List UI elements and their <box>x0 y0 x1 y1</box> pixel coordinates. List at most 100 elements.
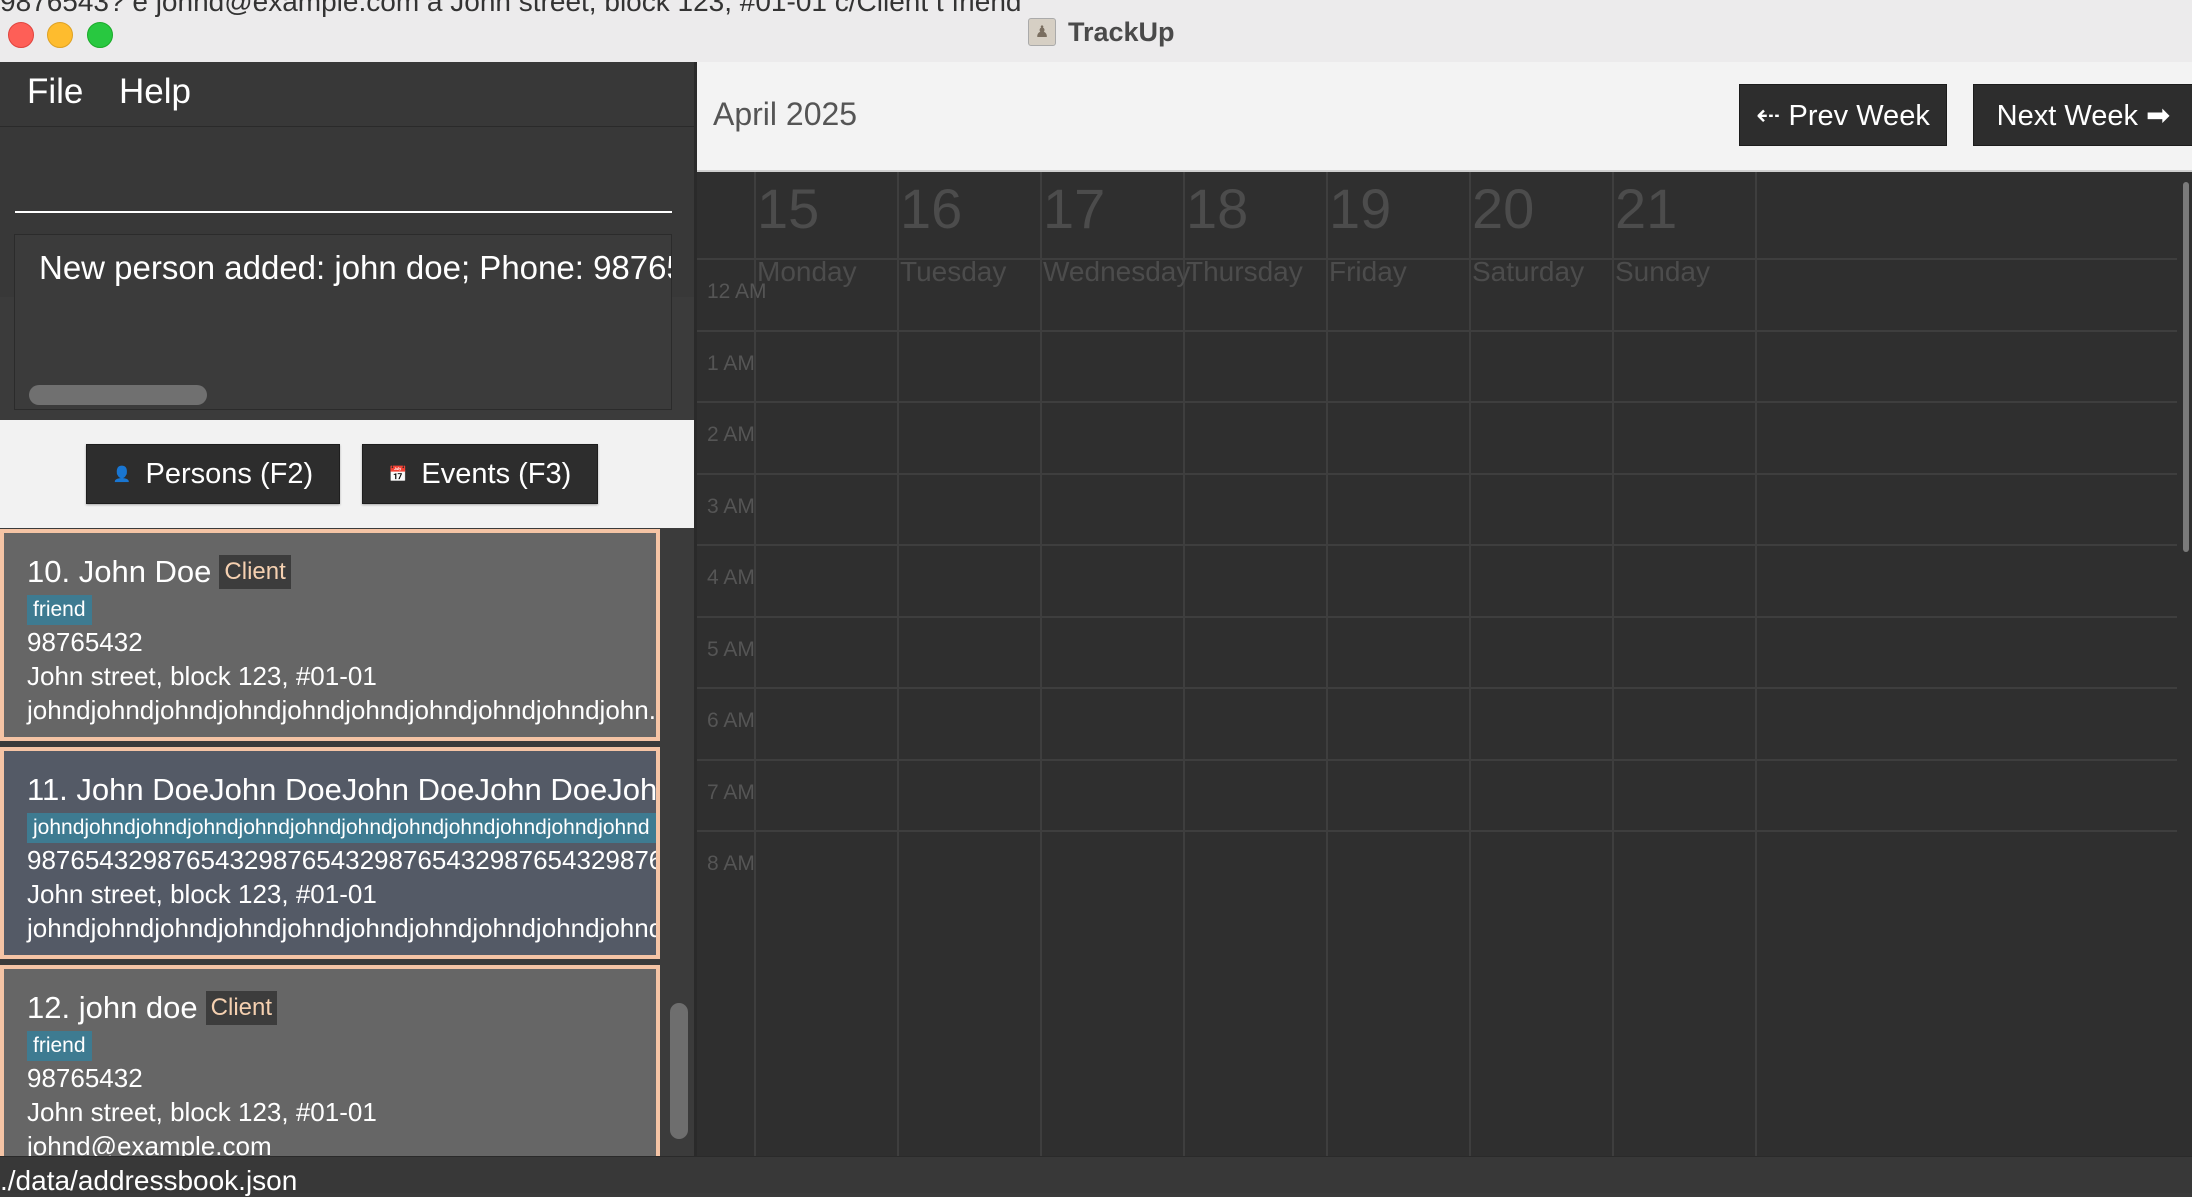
day-name: Friday <box>1329 256 1407 287</box>
day-name: Tuesday <box>900 256 1007 287</box>
result-text: New person added: john doe; Phone: 98765… <box>39 249 671 286</box>
hour-label: 4 AM <box>707 566 755 589</box>
grid-line-horizontal <box>697 401 2177 403</box>
person-phone: 98765432 <box>27 1063 143 1093</box>
calendar-grid[interactable]: 15 Monday 16 Tuesday 17 Wednesday 18 Thursday 19… <box>697 172 2177 1156</box>
day-header: 19 Friday <box>1327 172 1468 294</box>
grid-line-vertical <box>1469 172 1471 1156</box>
calendar-icon: 📅 <box>388 466 408 483</box>
day-name: Sunday <box>1615 256 1710 287</box>
events-tab-label: Events (F3) <box>421 457 572 490</box>
person-list-scrollbar[interactable] <box>670 1003 688 1139</box>
hour-label: 1 AM <box>707 351 755 375</box>
menu-help[interactable]: Help <box>119 72 191 112</box>
result-display: New person added: john doe; Phone: 98765… <box>14 234 672 410</box>
person-tag: friend <box>27 595 92 625</box>
person-tag: johndjohndjohndjohndjohndjohndjohndjohnd… <box>27 813 656 843</box>
background-window-strip: 9876543? e johnd@example.com a John stre… <box>0 0 1022 17</box>
grid-line-vertical <box>1040 172 1042 1156</box>
day-header: 16 Tuesday <box>898 172 1039 294</box>
person-email: johndjohndjohndjohndjohndjohndjohndjohnd… <box>27 695 660 725</box>
hour-label: 2 AM <box>707 423 755 446</box>
hour-label: 12 AM <box>707 280 767 303</box>
hour-label: 7 AM <box>707 780 755 804</box>
day-number: 16 <box>900 177 963 240</box>
command-input[interactable] <box>15 127 672 213</box>
person-email: johndjohndjohndjohndjohndjohndjohndjohnd… <box>27 913 656 943</box>
window-title-text: TrackUp <box>1068 16 1175 47</box>
day-header: 17 Wednesday <box>1041 172 1190 294</box>
status-bar: ./data/addressbook.json <box>0 1156 2192 1196</box>
calendar-pane: April 2025 ⇠ Prev Week Next Week ➡ 15 Mon… <box>697 62 2192 1156</box>
person-address: John street, block 123, #01-01 <box>27 661 377 691</box>
person-phone: 98765432 <box>27 627 143 657</box>
events-tab-button[interactable]: 📅 Events (F3) <box>362 444 598 504</box>
person-email: johnd@example.com <box>27 1131 272 1156</box>
grid-line-vertical <box>1326 172 1328 1156</box>
person-name-row: 10. John Doe Client <box>27 551 656 593</box>
person-name: 12. john doe <box>27 990 198 1025</box>
hour-label: 6 AM <box>707 709 755 732</box>
grid-line-horizontal <box>697 472 2177 475</box>
person-tag: friend <box>27 1031 92 1061</box>
day-number: 15 <box>757 177 820 240</box>
tab-bar: 👤 Persons (F2) 📅 Events (F3) <box>0 420 694 528</box>
day-number: 17 <box>1043 177 1106 240</box>
window-title: ♟ TrackUp <box>1028 14 1175 50</box>
grid-line-vertical <box>897 172 899 1156</box>
calendar-scrollbar[interactable] <box>2183 182 2189 552</box>
day-name: Wednesday <box>1043 256 1191 287</box>
person-address: John street, block 123, #01-01 <box>27 879 377 909</box>
person-name-row: 12. john doe Client <box>27 987 656 1029</box>
day-header: 21 Sunday <box>1613 172 1754 294</box>
day-name: Thursday <box>1186 256 1303 287</box>
person-name: 10. John Doe <box>27 554 212 589</box>
result-horizontal-scrollbar[interactable] <box>29 385 207 405</box>
day-header: 20 Saturday <box>1470 172 1611 294</box>
title-bar: 9876543? e johnd@example.com a John stre… <box>0 0 2192 63</box>
grid-line-horizontal <box>697 687 2177 689</box>
grid-line-horizontal <box>697 329 2177 332</box>
day-name: Saturday <box>1472 256 1585 287</box>
day-number: 18 <box>1186 177 1249 240</box>
menu-file[interactable]: File <box>27 72 83 112</box>
left-pane: File Help New person added: john doe; Ph… <box>0 62 694 1156</box>
grid-line-horizontal <box>697 830 2177 832</box>
day-number: 20 <box>1472 177 1535 240</box>
data-file-path: ./data/addressbook.json <box>0 1165 298 1196</box>
prev-week-button[interactable]: ⇠ Prev Week <box>1739 84 1947 146</box>
hour-label: 8 AM <box>707 852 755 875</box>
person-list: 10. John Doe Client friend 98765432 John… <box>0 529 694 1156</box>
close-window-button[interactable] <box>8 22 34 48</box>
grid-line-vertical <box>754 172 756 1156</box>
person-address: John street, block 123, #01-01 <box>27 1097 377 1127</box>
person-card[interactable]: 12. john doe Client friend 98765432 John… <box>0 965 660 1156</box>
day-header: 15 Monday <box>755 172 896 294</box>
grid-line-horizontal <box>697 615 2177 618</box>
person-phone: 9876543298765432987654329876543298765432… <box>27 845 656 875</box>
calendar-month: April 2025 <box>713 96 858 132</box>
person-icon: 👤 <box>112 466 132 483</box>
calendar-header: April 2025 ⇠ Prev Week Next Week ➡ <box>697 62 2192 172</box>
app-icon: ♟ <box>1028 18 1056 46</box>
next-week-button[interactable]: Next Week ➡ <box>1973 84 2192 146</box>
person-card[interactable]: 10. John Doe Client friend 98765432 John… <box>0 529 660 741</box>
grid-line-vertical <box>1755 172 1757 1156</box>
person-name: 11. John DoeJohn DoeJohn DoeJohn DoeJohn… <box>27 772 658 807</box>
day-name: Monday <box>757 256 857 287</box>
persons-tab-label: Persons (F2) <box>145 457 314 490</box>
hour-label: 3 AM <box>707 494 755 518</box>
maximize-window-button[interactable] <box>87 22 113 48</box>
grid-line-horizontal <box>697 544 2177 546</box>
day-header: 18 Thursday <box>1184 172 1325 294</box>
persons-tab-button[interactable]: 👤 Persons (F2) <box>86 444 340 504</box>
hour-label: 5 AM <box>707 637 755 661</box>
person-card-selected[interactable]: 11. John DoeJohn DoeJohn DoeJohn DoeJohn… <box>0 747 660 959</box>
day-number: 19 <box>1329 177 1392 240</box>
grid-line-vertical <box>1183 172 1185 1156</box>
minimize-window-button[interactable] <box>47 22 73 48</box>
grid-line-horizontal <box>697 258 2177 260</box>
grid-line-horizontal <box>697 758 2177 761</box>
client-badge: Client <box>205 991 278 1025</box>
person-name-row: 11. John DoeJohn DoeJohn DoeJohn DoeJohn… <box>27 769 656 811</box>
